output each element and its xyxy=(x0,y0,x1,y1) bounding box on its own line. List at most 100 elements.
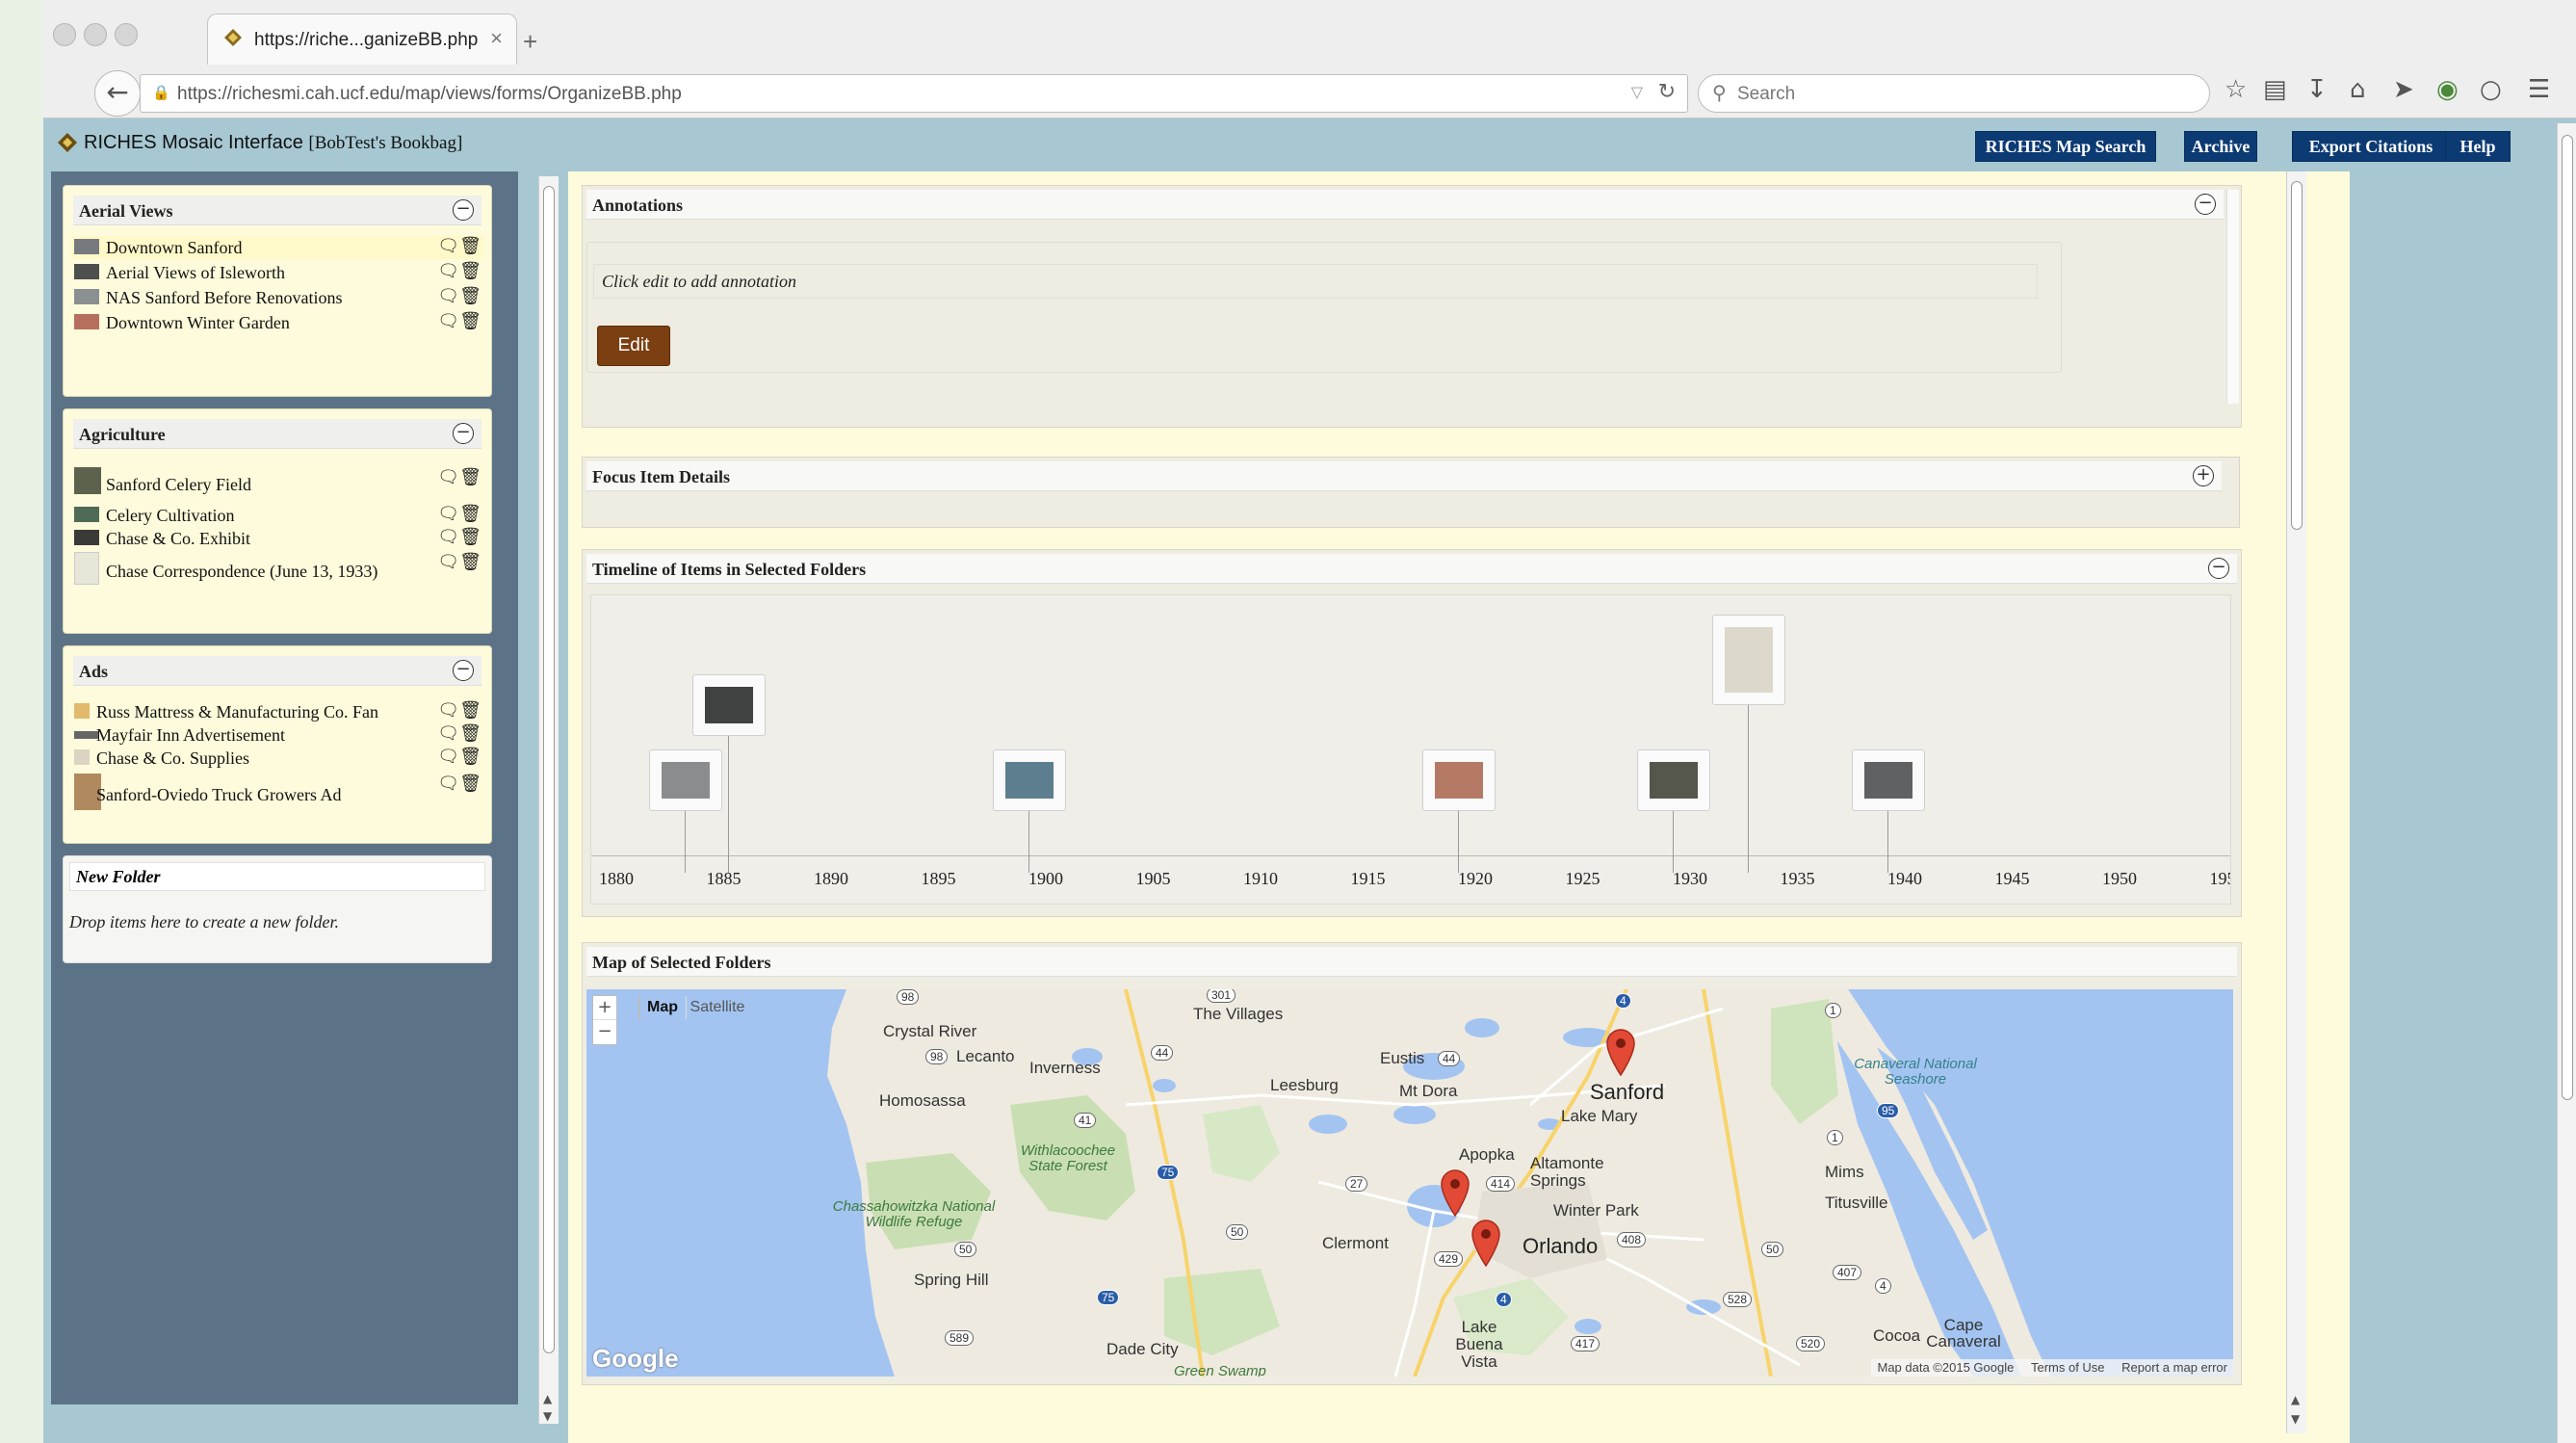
list-item[interactable]: Chase & Co. Exhibit 🗨🗑 xyxy=(71,527,483,550)
comment-icon[interactable]: 🗨 xyxy=(437,723,459,744)
trash-icon[interactable]: 🗑 xyxy=(459,504,481,524)
list-item[interactable]: Downtown Sanford 🗨🗑 xyxy=(71,236,483,259)
timeline-item-thumbnail[interactable] xyxy=(992,749,1066,811)
annotations-scrollbar[interactable] xyxy=(2226,190,2239,404)
trash-icon[interactable]: 🗑 xyxy=(459,723,481,744)
map-type-map-button[interactable]: Map xyxy=(639,996,686,1019)
sidebar-scrollbar-thumb[interactable] xyxy=(543,186,555,1353)
comment-icon[interactable]: 🗨 xyxy=(437,236,459,256)
comment-icon[interactable]: 🗨 xyxy=(437,774,459,794)
folder-ads[interactable]: Ads − Russ Mattress & Manufacturing Co. … xyxy=(63,645,492,844)
folder-aerial-views[interactable]: Aerial Views − Downtown Sanford 🗨🗑 Aeria… xyxy=(63,185,492,397)
collapse-icon[interactable]: − xyxy=(453,423,474,444)
reading-list-icon[interactable]: ▤ xyxy=(2263,75,2287,104)
zoom-out-button[interactable]: − xyxy=(593,1020,616,1043)
window-minimize-button[interactable] xyxy=(84,23,107,46)
tab-close-icon[interactable]: × xyxy=(490,26,503,51)
expand-icon[interactable]: + xyxy=(2193,465,2214,486)
comment-icon[interactable]: 🗨 xyxy=(437,261,459,281)
scroll-down-arrow-icon[interactable]: ▼ xyxy=(2291,1412,2300,1426)
timeline-item-thumbnail[interactable] xyxy=(1636,749,1710,811)
folder-agriculture[interactable]: Agriculture − Sanford Celery Field 🗨🗑 Ce… xyxy=(63,408,492,634)
list-item[interactable]: Aerial Views of Isleworth 🗨🗑 xyxy=(71,261,483,284)
collapse-icon[interactable]: − xyxy=(453,660,474,681)
back-button[interactable]: ← xyxy=(94,70,141,117)
window-zoom-button[interactable] xyxy=(115,23,138,46)
reload-icon[interactable]: ↻ xyxy=(1658,80,1676,104)
comment-icon[interactable]: 🗨 xyxy=(437,552,459,572)
list-item[interactable]: Chase Correspondence (June 13, 1933) 🗨🗑 xyxy=(71,552,483,585)
trash-icon[interactable]: 🗑 xyxy=(459,527,481,547)
page-scrollbar-thumb[interactable] xyxy=(2562,135,2573,1100)
list-item[interactable]: Sanford Celery Field 🗨🗑 xyxy=(71,467,483,498)
main-scrollbar[interactable]: ▲ ▼ xyxy=(2286,171,2306,1433)
list-item[interactable]: Russ Mattress & Manufacturing Co. Fan 🗨🗑 xyxy=(71,700,483,723)
comment-icon[interactable]: 🗨 xyxy=(437,504,459,524)
page-scrollbar[interactable] xyxy=(2557,123,2576,1443)
chat-icon[interactable]: ○ xyxy=(2480,75,2502,104)
collapse-icon[interactable]: − xyxy=(2195,194,2216,215)
new-tab-button[interactable]: + xyxy=(523,27,537,57)
list-item[interactable]: Mayfair Inn Advertisement 🗨🗑 xyxy=(71,723,483,747)
timeline-item-thumbnail[interactable] xyxy=(1421,749,1496,811)
menu-icon[interactable]: ☰ xyxy=(2528,75,2550,104)
timeline-item-thumbnail[interactable] xyxy=(691,674,766,736)
trash-icon[interactable]: 🗑 xyxy=(459,700,481,721)
terms-of-use-link[interactable]: Terms of Use xyxy=(2031,1360,2105,1375)
bookmark-star-icon[interactable]: ☆ xyxy=(2225,75,2247,104)
timeline-item-thumbnail[interactable] xyxy=(648,749,722,811)
export-citations-button[interactable]: Export Citations xyxy=(2292,131,2450,162)
trash-icon[interactable]: 🗑 xyxy=(459,236,481,256)
zoom-in-button[interactable]: + xyxy=(593,996,616,1020)
map-pin-icon[interactable] xyxy=(1470,1219,1501,1267)
addon-icon[interactable]: ◉ xyxy=(2436,75,2459,104)
list-item[interactable]: Downtown Winter Garden 🗨🗑 xyxy=(71,311,483,334)
collapse-icon[interactable]: − xyxy=(2208,558,2229,579)
main-scrollbar-thumb[interactable] xyxy=(2291,181,2303,530)
timeline-item-thumbnail[interactable] xyxy=(1711,615,1785,705)
list-item[interactable]: NAS Sanford Before Renovations 🗨🗑 xyxy=(71,286,483,309)
scroll-up-arrow-icon[interactable]: ▲ xyxy=(543,1392,552,1405)
map-canvas[interactable]: The Villages Crystal River Lecanto Inver… xyxy=(586,989,2233,1377)
url-dropdown-icon[interactable]: ▽ xyxy=(1631,83,1643,101)
browser-search-input[interactable]: ⚲ Search xyxy=(1698,74,2210,113)
trash-icon[interactable]: 🗑 xyxy=(459,774,481,794)
edit-annotation-button[interactable]: Edit xyxy=(597,326,670,366)
send-icon[interactable]: ➤ xyxy=(2393,75,2414,104)
help-button[interactable]: Help xyxy=(2445,131,2511,162)
trash-icon[interactable]: 🗑 xyxy=(459,552,481,572)
comment-icon[interactable]: 🗨 xyxy=(437,747,459,767)
map-pin-icon[interactable] xyxy=(1440,1168,1470,1217)
trash-icon[interactable]: 🗑 xyxy=(459,311,481,331)
trash-icon[interactable]: 🗑 xyxy=(459,261,481,281)
home-icon[interactable]: ⌂ xyxy=(2350,75,2366,104)
timeline-item-thumbnail[interactable] xyxy=(1851,749,1925,811)
map-type-satellite-button[interactable]: Satellite xyxy=(686,996,748,1019)
comment-icon[interactable]: 🗨 xyxy=(437,527,459,547)
sidebar-scrollbar[interactable]: ▲ ▼ xyxy=(538,176,559,1424)
collapse-icon[interactable]: − xyxy=(453,199,474,221)
riches-map-search-button[interactable]: RICHES Map Search xyxy=(1975,131,2156,162)
comment-icon[interactable]: 🗨 xyxy=(437,286,459,306)
comment-icon[interactable]: 🗨 xyxy=(437,311,459,331)
list-item[interactable]: Celery Cultivation 🗨🗑 xyxy=(71,504,483,527)
comment-icon[interactable]: 🗨 xyxy=(437,700,459,721)
new-folder-dropzone[interactable]: New Folder Drop items here to create a n… xyxy=(63,855,492,963)
scroll-up-arrow-icon[interactable]: ▲ xyxy=(2291,1393,2300,1406)
list-item[interactable]: Sanford-Oviedo Truck Growers Ad 🗨🗑 xyxy=(71,774,483,812)
trash-icon[interactable]: 🗑 xyxy=(459,747,481,767)
report-map-error-link[interactable]: Report a map error xyxy=(2121,1360,2227,1375)
comment-icon[interactable]: 🗨 xyxy=(437,467,459,487)
map-pin-icon[interactable] xyxy=(1605,1028,1636,1076)
timeline-canvas[interactable]: 1880 1885 1890 1895 1900 1905 1910 1915 1920 1925… xyxy=(590,594,2231,905)
archive-button[interactable]: Archive xyxy=(2184,131,2257,162)
browser-tab[interactable]: https://riche...ganizeBB.php × xyxy=(207,13,517,65)
trash-icon[interactable]: 🗑 xyxy=(459,467,481,487)
list-item[interactable]: Chase & Co. Supplies 🗨🗑 xyxy=(71,747,483,770)
scroll-down-arrow-icon[interactable]: ▼ xyxy=(543,1409,552,1423)
annotation-text[interactable]: Click edit to add annotation xyxy=(593,264,2038,299)
address-bar[interactable]: 🔒 https://richesmi.cah.ucf.edu/map/views… xyxy=(140,74,1688,113)
trash-icon[interactable]: 🗑 xyxy=(459,286,481,306)
window-close-button[interactable] xyxy=(53,23,76,46)
download-icon[interactable]: ↧ xyxy=(2306,75,2328,104)
